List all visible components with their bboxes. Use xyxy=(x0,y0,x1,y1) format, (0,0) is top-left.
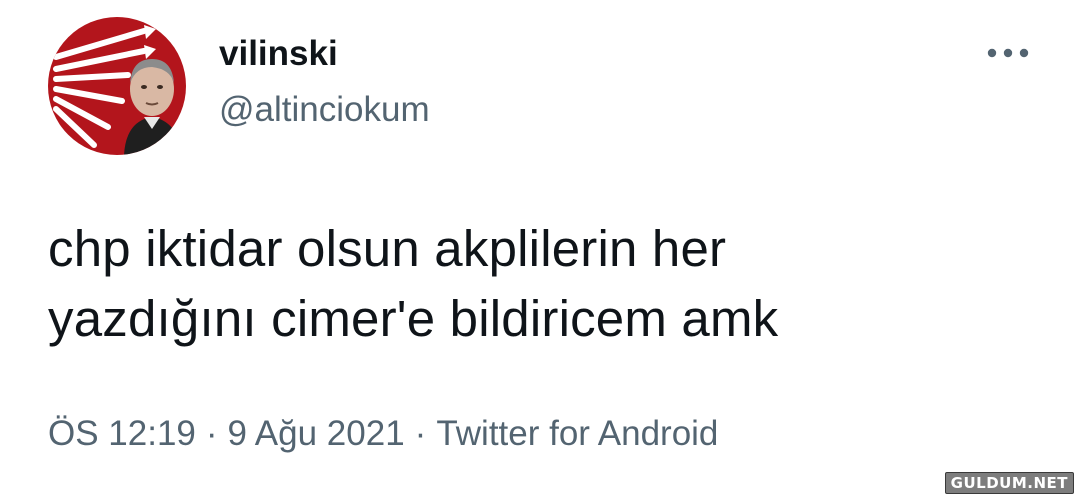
display-name[interactable]: vilinski xyxy=(219,34,430,74)
more-horizontal-icon xyxy=(987,48,1029,58)
meta-separator: · xyxy=(414,414,427,453)
tweet-date[interactable]: 9 Ağu 2021 xyxy=(228,414,405,453)
avatar-image xyxy=(48,17,186,155)
tweet-time[interactable]: ÖS 12:19 xyxy=(48,414,196,453)
meta-separator: · xyxy=(205,414,218,453)
tweet-card: vilinski @altinciokum chp iktidar olsun … xyxy=(0,0,1080,498)
more-options-button[interactable] xyxy=(980,36,1036,70)
avatar[interactable] xyxy=(48,17,186,155)
user-handle[interactable]: @altinciokum xyxy=(219,90,430,130)
tweet-source[interactable]: Twitter for Android xyxy=(436,414,718,453)
tweet-meta: ÖS 12:19 · 9 Ağu 2021 · Twitter for Android xyxy=(48,412,718,456)
site-watermark: GULDUM.NET xyxy=(944,472,1074,494)
tweet-text: chp iktidar olsun akplilerin her yazdığı… xyxy=(48,220,779,347)
user-info: vilinski @altinciokum xyxy=(219,34,430,130)
